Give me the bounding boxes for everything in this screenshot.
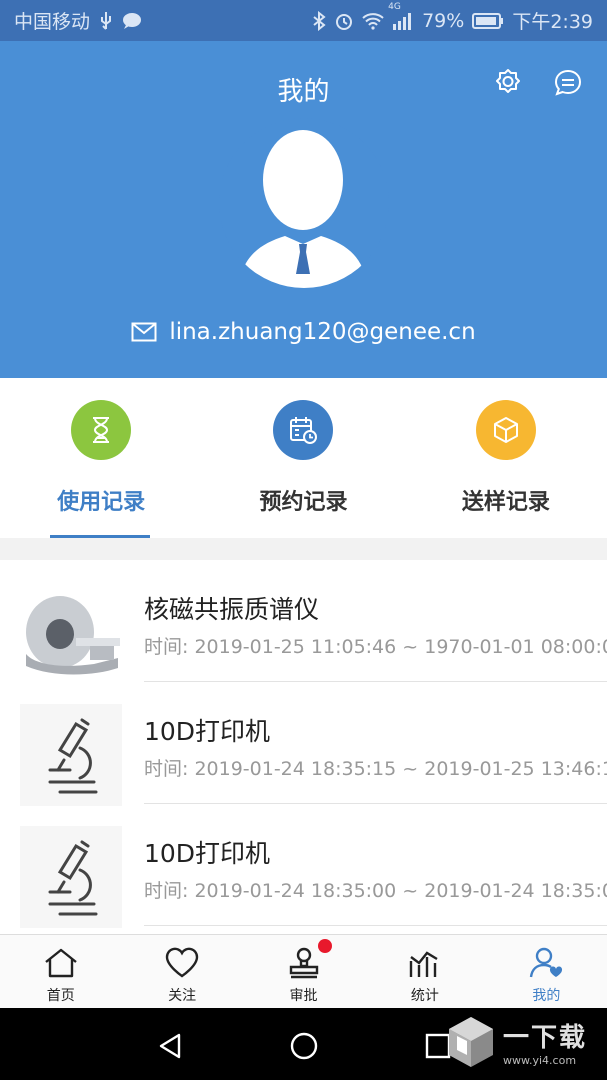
system-nav-bar: 一下载 www.yi4.com xyxy=(0,1008,607,1080)
tab-circle-sample xyxy=(475,400,536,460)
record-list: 核磁共振质谱仪 时间: 2019-01-25 11:05:46 ~ 1970-0… xyxy=(0,560,607,934)
tab-approval[interactable]: 审批 xyxy=(243,935,364,1008)
settings-button[interactable] xyxy=(490,65,526,101)
record-time: 时间: 2019-01-24 18:35:00 ~ 2019-01-24 18:… xyxy=(144,880,607,902)
tab-home[interactable]: 首页 xyxy=(0,935,121,1008)
record-time: 时间: 2019-01-24 18:35:15 ~ 2019-01-25 13:… xyxy=(144,758,607,780)
box-icon xyxy=(493,417,518,443)
tab-follow[interactable]: 关注 xyxy=(121,935,242,1008)
signal-icon: 4G xyxy=(388,2,414,30)
circle-home-icon xyxy=(290,1032,318,1060)
tab-label-follow: 关注 xyxy=(168,988,197,1004)
chat-notification-icon xyxy=(122,12,142,30)
home-icon xyxy=(43,945,79,981)
usb-icon xyxy=(98,11,114,31)
tab-label-statistics: 统计 xyxy=(410,988,439,1004)
microscope-placeholder-image xyxy=(20,826,122,928)
network-type-label: 4G xyxy=(388,1,401,12)
message-icon xyxy=(554,69,582,96)
tab-label-home: 首页 xyxy=(46,988,75,1004)
avatar[interactable] xyxy=(219,118,389,288)
watermark-logo: 一下载 www.yi4.com xyxy=(445,1014,587,1070)
tab-circle-usage xyxy=(71,400,132,460)
scanner-image xyxy=(20,582,122,684)
tab-label-booking: 预约记录 xyxy=(259,490,348,515)
record-name: 10D打印机 xyxy=(144,717,271,746)
watermark-title: 一下载 xyxy=(503,1023,588,1053)
email-row: lina.zhuang120@genee.cn xyxy=(0,319,607,345)
tab-circle-booking xyxy=(273,400,334,460)
chart-icon xyxy=(407,945,443,981)
watermark-text: 一下载 www.yi4.com xyxy=(503,1017,587,1067)
section-divider xyxy=(0,538,607,560)
tab-sample-records[interactable]: 送样记录 xyxy=(405,378,607,538)
person-icon xyxy=(528,945,564,981)
tab-label-usage: 使用记录 xyxy=(57,490,146,515)
stamp-icon xyxy=(286,939,332,981)
record-tabs: 使用记录 预约记录 送样记录 xyxy=(0,378,607,538)
bluetooth-icon xyxy=(312,10,326,31)
list-divider xyxy=(144,925,607,926)
watermark-url: www.yi4.com xyxy=(503,1054,577,1067)
profile-header: 我的 lina.zhuang120@genee.cn xyxy=(0,41,607,378)
microscope-icon xyxy=(48,718,98,794)
tab-mine[interactable]: 我的 xyxy=(486,935,607,1008)
tab-booking-records[interactable]: 预约记录 xyxy=(202,378,404,538)
alarm-icon xyxy=(334,11,354,31)
avatar-silhouette-icon xyxy=(239,130,367,288)
user-email: lina.zhuang120@genee.cn xyxy=(169,319,476,345)
settings-icon xyxy=(496,69,520,93)
microscope-icon xyxy=(48,840,98,916)
back-icon xyxy=(159,1033,181,1059)
battery-icon xyxy=(472,12,504,29)
carrier-label: 中国移动 xyxy=(14,11,91,33)
tab-label-sample: 送样记录 xyxy=(461,490,550,515)
notification-badge xyxy=(317,939,332,953)
wifi-icon xyxy=(362,12,384,30)
list-item[interactable]: 10D打印机 时间: 2019-01-24 18:35:00 ~ 2019-01… xyxy=(0,804,607,928)
tab-usage-records[interactable]: 使用记录 xyxy=(0,378,202,538)
battery-percent: 79% xyxy=(422,9,465,32)
mail-icon xyxy=(131,322,157,342)
record-name: 10D打印机 xyxy=(144,839,271,868)
heart-icon xyxy=(164,945,200,981)
record-name: 核磁共振质谱仪 xyxy=(144,595,320,624)
clock: 下午2:39 xyxy=(512,11,593,33)
status-bar: 中国移动 4G 79% 下午2:39 xyxy=(0,0,607,41)
cube-logo-icon xyxy=(449,1017,493,1067)
microscope-placeholder-image xyxy=(20,704,122,806)
list-item[interactable]: 核磁共振质谱仪 时间: 2019-01-25 11:05:46 ~ 1970-0… xyxy=(0,560,607,684)
tab-label-approval: 审批 xyxy=(289,988,318,1004)
bottom-tab-bar: 首页 关注 审批 统计 我的 xyxy=(0,934,607,1008)
back-button[interactable] xyxy=(150,1026,190,1066)
record-time: 时间: 2019-01-25 11:05:46 ~ 1970-01-01 08:… xyxy=(144,636,607,658)
message-button[interactable] xyxy=(550,65,586,101)
tab-statistics[interactable]: 统计 xyxy=(364,935,485,1008)
status-left: 中国移动 xyxy=(14,7,142,34)
list-item[interactable]: 10D打印机 时间: 2019-01-24 18:35:15 ~ 2019-01… xyxy=(0,682,607,806)
status-right: 4G 79% 下午2:39 xyxy=(312,2,593,34)
home-nav-button[interactable] xyxy=(284,1026,324,1066)
calendar-clock-icon xyxy=(290,417,318,444)
tab-label-mine: 我的 xyxy=(532,988,561,1004)
hourglass-icon xyxy=(93,417,110,443)
